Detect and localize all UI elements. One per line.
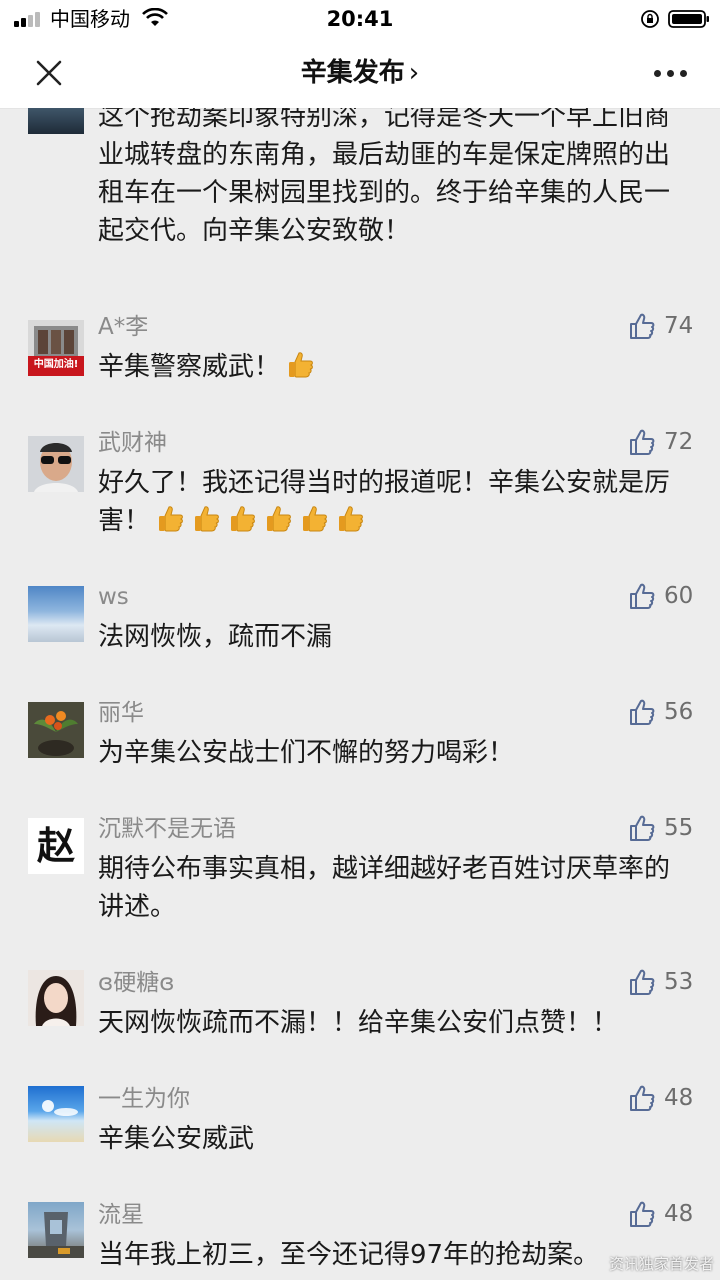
avatar-image	[28, 436, 84, 492]
avatar[interactable]	[28, 108, 84, 134]
avatar[interactable]	[28, 970, 84, 1026]
commenter-name[interactable]: 流星	[98, 1200, 144, 1230]
comment-text: 期待公布事实真相，越详细越好老百姓讨厌草率的讲述。	[98, 854, 671, 922]
like-count: 53	[664, 969, 694, 995]
thumbs-up-outline-icon	[630, 969, 655, 995]
comment-text: 辛集公安威武	[98, 1124, 255, 1154]
battery-icon	[668, 10, 709, 28]
comment-text: 法网恢恢，疏而不漏	[98, 622, 333, 652]
avatar[interactable]: 赵	[28, 818, 84, 874]
app-screen: 中国移动 20:41 辛集发布 › 这个抢劫案印象特别深，记得是冬天一个早上旧商…	[0, 0, 720, 1280]
like-count: 55	[664, 815, 694, 841]
thumbs-up-outline-icon	[630, 1085, 655, 1111]
avatar-glyph: 赵	[36, 823, 75, 868]
thumbs-up-emoji-row	[150, 506, 366, 536]
avatar[interactable]: 中国加油!	[28, 320, 84, 376]
thumbs-up-emoji-icon	[339, 506, 363, 532]
avatar-caption: 中国加油!	[33, 359, 79, 370]
thumbs-up-emoji-icon	[267, 506, 291, 532]
thumbs-up-emoji-icon	[289, 352, 313, 378]
commenter-name[interactable]: ɞ硬糖ɞ	[98, 968, 175, 998]
like-count: 74	[664, 313, 694, 339]
thumbs-up-outline-icon	[630, 1201, 655, 1227]
comment-text: 辛集警察威武！	[98, 348, 688, 386]
rotation-lock-icon	[641, 10, 659, 28]
avatar[interactable]	[28, 436, 84, 492]
like-button[interactable]: 55	[628, 812, 708, 846]
comment-text: 好久了！我还记得当时的报道呢！辛集公安就是厉害！	[98, 464, 688, 540]
avatar-image	[28, 1212, 84, 1258]
watermark: 资讯独家首发者	[608, 1255, 714, 1273]
commenter-name[interactable]: 武财神	[98, 428, 167, 458]
like-count: 48	[664, 1201, 694, 1227]
comment-list[interactable]: 这个抢劫案印象特别深，记得是冬天一个早上旧商业城转盘的东南角，最后劫匪的车是保定…	[0, 108, 720, 1280]
like-button[interactable]: 60	[628, 580, 708, 614]
commenter-name[interactable]: 沉默不是无语	[98, 814, 236, 844]
like-button[interactable]: 74	[628, 310, 708, 344]
commenter-name[interactable]: 一生为你	[98, 1084, 190, 1114]
chevron-right-icon: ›	[408, 58, 420, 88]
thumbs-up-outline-icon	[630, 699, 655, 725]
like-button[interactable]: 72	[628, 426, 708, 460]
thumbs-up-emoji-icon	[303, 506, 327, 532]
comment-text-body: 辛集警察威武！	[98, 352, 281, 382]
avatar[interactable]	[28, 1202, 84, 1258]
avatar-image	[28, 970, 84, 1026]
avatar[interactable]	[28, 586, 84, 642]
comment-text: 这个抢劫案印象特别深，记得是冬天一个早上旧商业城转盘的东南角，最后劫匪的车是保定…	[98, 108, 671, 246]
commenter-name[interactable]: ws	[98, 582, 129, 612]
like-count: 56	[664, 699, 694, 725]
thumbs-up-outline-icon	[630, 429, 655, 455]
avatar-image	[28, 702, 84, 758]
more-icon[interactable]	[650, 58, 692, 88]
thumbs-up-outline-icon	[630, 313, 655, 339]
commenter-name[interactable]: 丽华	[98, 698, 144, 728]
like-button[interactable]: 48	[628, 1198, 708, 1232]
page-title[interactable]: 辛集发布 ›	[0, 56, 720, 90]
like-count: 60	[664, 583, 694, 609]
comment-text: 当年我上初三，至今还记得97年的抢劫案。	[98, 1240, 600, 1270]
avatar[interactable]	[28, 1086, 84, 1142]
thumbs-up-emoji-icon	[195, 506, 219, 532]
status-time: 20:41	[326, 7, 394, 31]
like-count: 48	[664, 1085, 694, 1111]
page-title-text: 辛集发布	[300, 58, 405, 88]
like-button[interactable]: 56	[628, 696, 708, 730]
thumbs-up-emoji-icon	[159, 506, 183, 532]
comment-text: 为辛集公安战士们不懈的努力喝彩！	[98, 738, 515, 768]
like-count: 72	[664, 429, 694, 455]
avatar-image	[42, 1100, 78, 1116]
avatar[interactable]	[28, 702, 84, 758]
status-bar: 中国移动 20:41	[0, 0, 720, 40]
thumbs-up-emoji-icon	[231, 506, 255, 532]
like-button[interactable]: 53	[628, 966, 708, 1000]
thumbs-up-outline-icon	[630, 815, 655, 841]
like-button[interactable]: 48	[628, 1082, 708, 1116]
commenter-name[interactable]: A*李	[98, 312, 148, 342]
thumbs-up-outline-icon	[630, 583, 655, 609]
comment-text: 天网恢恢疏而不漏！！给辛集公安们点赞！！	[98, 1008, 619, 1038]
nav-bar: 辛集发布 ›	[0, 40, 720, 109]
